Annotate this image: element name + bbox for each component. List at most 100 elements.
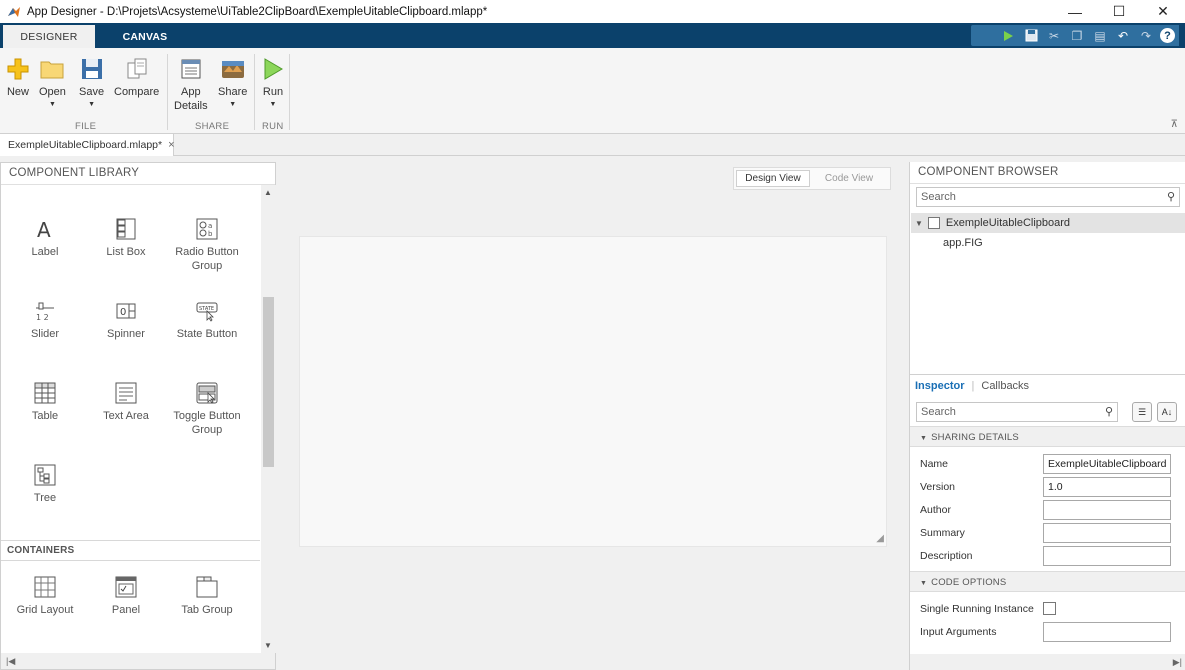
component-state-button[interactable]: STATE State Button — [167, 299, 247, 341]
app-figure-canvas[interactable]: ◢ — [299, 236, 887, 547]
component-panel[interactable]: Panel — [86, 575, 166, 617]
paste-quick-icon[interactable]: ▤ — [1091, 27, 1109, 45]
single-running-instance-label: Single Running Instance — [920, 603, 1034, 615]
collapse-toolstrip-icon[interactable]: ⊼ — [1171, 119, 1178, 130]
spinner-icon: 0 — [114, 299, 138, 323]
close-window-button[interactable]: ✕ — [1141, 0, 1185, 23]
undo-quick-icon[interactable]: ↶ — [1114, 27, 1132, 45]
toolstrip-divider — [254, 54, 255, 130]
sort-alphabetical-icon[interactable]: A↓ — [1157, 402, 1177, 422]
svg-text:0: 0 — [120, 307, 126, 318]
library-vertical-scrollbar[interactable]: ▲ ▼ — [261, 185, 276, 653]
scroll-up-icon[interactable]: ▲ — [264, 188, 272, 197]
search-icon: ⚲ — [1104, 406, 1113, 418]
inspector-search-input[interactable]: Search ⚲ — [916, 402, 1118, 422]
app-details-button[interactable]: App Details — [174, 57, 208, 113]
summary-field[interactable] — [1043, 523, 1171, 543]
component-spinner[interactable]: 0 Spinner — [86, 299, 166, 341]
app-icon — [927, 217, 940, 229]
scroll-right-end-icon[interactable]: ▶| — [1173, 657, 1182, 667]
design-view-button[interactable]: Design View — [736, 170, 810, 187]
document-tab[interactable]: ExempleUitableClipboard.mlapp* × — [0, 134, 175, 156]
maximize-button[interactable]: ☐ — [1097, 0, 1141, 23]
sharing-details-section[interactable]: ▼ SHARING DETAILS — [910, 426, 1185, 447]
run-quick-icon[interactable] — [999, 27, 1017, 45]
inspector-tabs: Inspector | Callbacks — [910, 374, 1185, 396]
component-tab-group[interactable]: Tab Group — [167, 575, 247, 617]
help-icon[interactable]: ? — [1160, 28, 1175, 43]
state-button-icon: STATE — [195, 299, 219, 323]
component-list-box[interactable]: List Box — [86, 217, 166, 259]
cut-quick-icon[interactable]: ✂ — [1045, 27, 1063, 45]
collapse-arrow-icon[interactable]: ▼ — [920, 435, 927, 442]
new-plus-icon — [6, 57, 30, 81]
run-button[interactable]: Run ▼ — [261, 57, 285, 109]
tab-group-icon — [195, 575, 219, 599]
collapse-arrow-icon[interactable]: ▼ — [920, 580, 927, 587]
svg-text:A: A — [37, 218, 51, 240]
tab-inspector[interactable]: Inspector — [915, 380, 965, 392]
description-label: Description — [920, 550, 973, 562]
component-tree[interactable]: Tree — [5, 463, 85, 505]
open-dropdown-icon[interactable]: ▼ — [49, 101, 56, 109]
component-radio-button-group[interactable]: ab Radio Button Group — [167, 217, 247, 273]
input-arguments-field[interactable] — [1043, 622, 1171, 642]
name-field[interactable]: ExempleUitableClipboard — [1043, 454, 1171, 474]
close-tab-icon[interactable]: × — [168, 139, 174, 151]
group-view-icon[interactable]: ☰ — [1132, 402, 1152, 422]
component-grid-layout[interactable]: Grid Layout — [5, 575, 85, 617]
view-toggle: Design View Code View — [733, 167, 891, 190]
browser-horizontal-scrollbar[interactable]: ▶| — [910, 654, 1185, 670]
tab-designer[interactable]: DESIGNER — [3, 25, 95, 48]
code-options-section[interactable]: ▼ CODE OPTIONS — [910, 571, 1185, 592]
tree-node-root[interactable]: ▼ ExempleUitableClipboard — [911, 213, 1185, 233]
scrollbar-thumb[interactable] — [263, 297, 274, 467]
list-box-icon — [114, 217, 138, 241]
save-dropdown-icon[interactable]: ▼ — [88, 101, 95, 109]
component-table[interactable]: Table — [5, 381, 85, 423]
run-dropdown-icon[interactable]: ▼ — [270, 101, 277, 109]
author-field[interactable] — [1043, 500, 1171, 520]
tab-callbacks[interactable]: Callbacks — [981, 380, 1029, 392]
scroll-left-end-icon[interactable]: |◀ — [6, 656, 15, 666]
input-arguments-label: Input Arguments — [920, 626, 997, 638]
component-text-area[interactable]: Text Area — [86, 381, 166, 423]
new-button[interactable]: New — [6, 57, 30, 99]
redo-quick-icon[interactable]: ↷ — [1137, 27, 1155, 45]
grid-layout-icon — [33, 575, 57, 599]
tree-node-app-fig[interactable]: app.FIG — [943, 237, 983, 249]
share-dropdown-icon[interactable]: ▼ — [229, 101, 236, 109]
matlab-logo-icon — [8, 6, 20, 17]
save-button[interactable]: Save ▼ — [79, 57, 104, 109]
component-browser-panel: COMPONENT BROWSER Search ⚲ ▼ ExempleUita… — [909, 162, 1185, 670]
toolstrip: New Open ▼ Save ▼ Compare FILE App Detai… — [0, 48, 1185, 134]
minimize-button[interactable]: — — [1053, 0, 1097, 23]
version-field[interactable]: 1.0 — [1043, 477, 1171, 497]
library-horizontal-scrollbar[interactable]: |◀ — [1, 653, 275, 669]
ribbon-tab-strip: DESIGNER CANVAS ✂ ❐ ▤ ↶ ↷ ? — [0, 23, 1185, 48]
component-library-title: COMPONENT LIBRARY — [1, 163, 275, 185]
component-browser-search-input[interactable]: Search ⚲ — [916, 187, 1180, 207]
resize-grip-icon[interactable]: ◢ — [876, 533, 884, 544]
code-view-button[interactable]: Code View — [810, 170, 888, 187]
copy-quick-icon[interactable]: ❐ — [1068, 27, 1086, 45]
text-area-icon — [114, 381, 138, 405]
single-running-instance-checkbox[interactable] — [1043, 602, 1056, 615]
author-label: Author — [920, 504, 951, 516]
containers-section-header: CONTAINERS — [1, 540, 260, 561]
component-label[interactable]: A Label — [5, 217, 85, 259]
component-toggle-button-group[interactable]: Toggle Button Group — [167, 381, 247, 437]
document-tab-bar: ExempleUitableClipboard.mlapp* × — [0, 134, 1185, 156]
description-field[interactable] — [1043, 546, 1171, 566]
svg-text:STATE: STATE — [199, 306, 214, 312]
quick-access-toolbar: ✂ ❐ ▤ ↶ ↷ ? — [971, 25, 1179, 46]
component-slider[interactable]: 1 2 Slider — [5, 299, 85, 341]
window-title: App Designer - D:\Projets\Acsysteme\UiTa… — [27, 5, 488, 18]
scroll-down-icon[interactable]: ▼ — [264, 641, 272, 650]
save-quick-icon[interactable] — [1022, 27, 1040, 45]
share-button[interactable]: Share ▼ — [218, 57, 247, 109]
open-button[interactable]: Open ▼ — [39, 57, 66, 109]
tab-canvas[interactable]: CANVAS — [112, 25, 178, 48]
expand-arrow-icon[interactable]: ▼ — [915, 219, 923, 228]
compare-button[interactable]: Compare — [114, 57, 159, 99]
